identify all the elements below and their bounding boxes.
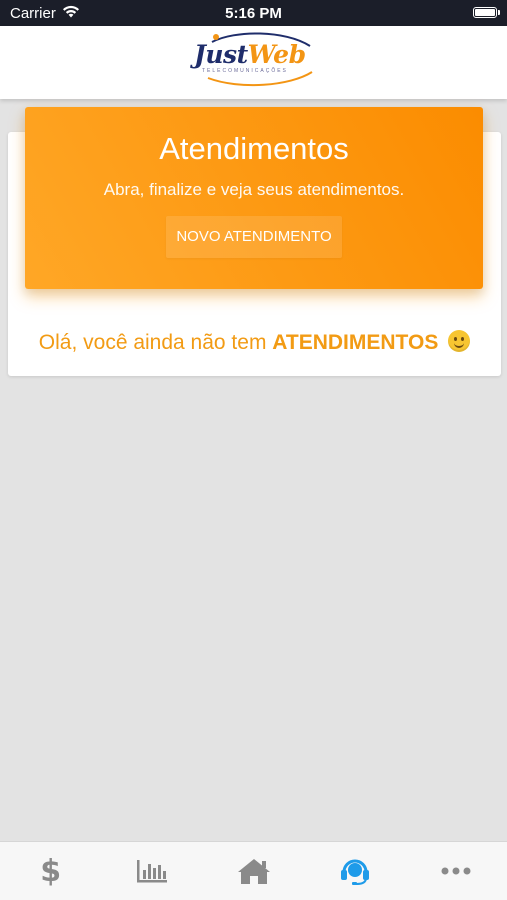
logo-wordmark: JustWeb bbox=[194, 40, 306, 69]
justweb-logo: JustWeb TELECOMUNICAÇÕES bbox=[190, 32, 320, 88]
empty-state-message: Olá, você ainda não tem ATENDIMENTOS bbox=[8, 330, 501, 355]
headset-icon bbox=[340, 859, 369, 885]
status-bar: Carrier 5:16 PM bbox=[0, 0, 507, 26]
tab-bar: $ bbox=[0, 841, 507, 900]
more-icon bbox=[441, 867, 471, 875]
tab-financeiro[interactable]: $ bbox=[0, 842, 101, 900]
home-icon bbox=[237, 859, 270, 884]
tab-more[interactable] bbox=[406, 842, 507, 900]
tab-home[interactable] bbox=[203, 842, 304, 900]
logo-subtitle: TELECOMUNICAÇÕES bbox=[202, 68, 288, 74]
logo-just-text: Just bbox=[194, 40, 248, 69]
dollar-icon: $ bbox=[40, 853, 62, 889]
tab-consumo[interactable] bbox=[101, 842, 202, 900]
smiley-icon bbox=[448, 330, 471, 352]
new-atendimento-button[interactable]: NOVO ATENDIMENTO bbox=[166, 216, 342, 258]
empty-state-emphasis: ATENDIMENTOS bbox=[272, 331, 439, 354]
atendimentos-banner: Atendimentos Abra, finalize e veja seus … bbox=[25, 107, 483, 289]
empty-state-text: Olá, você ainda não tem bbox=[38, 331, 267, 354]
tab-atendimentos[interactable] bbox=[304, 842, 405, 900]
page-title: Atendimentos bbox=[159, 131, 349, 166]
app-header: JustWeb TELECOMUNICAÇÕES bbox=[0, 26, 507, 99]
logo-web-text: Web bbox=[247, 40, 306, 69]
banner-subtitle: Abra, finalize e veja seus atendimentos. bbox=[103, 180, 405, 199]
status-time: 5:16 PM bbox=[225, 5, 282, 22]
chart-icon bbox=[137, 860, 168, 883]
app-screen: Carrier 5:16 PM JustWeb TELECOMUNICAÇÕES… bbox=[0, 0, 507, 900]
battery-icon bbox=[473, 7, 500, 18]
